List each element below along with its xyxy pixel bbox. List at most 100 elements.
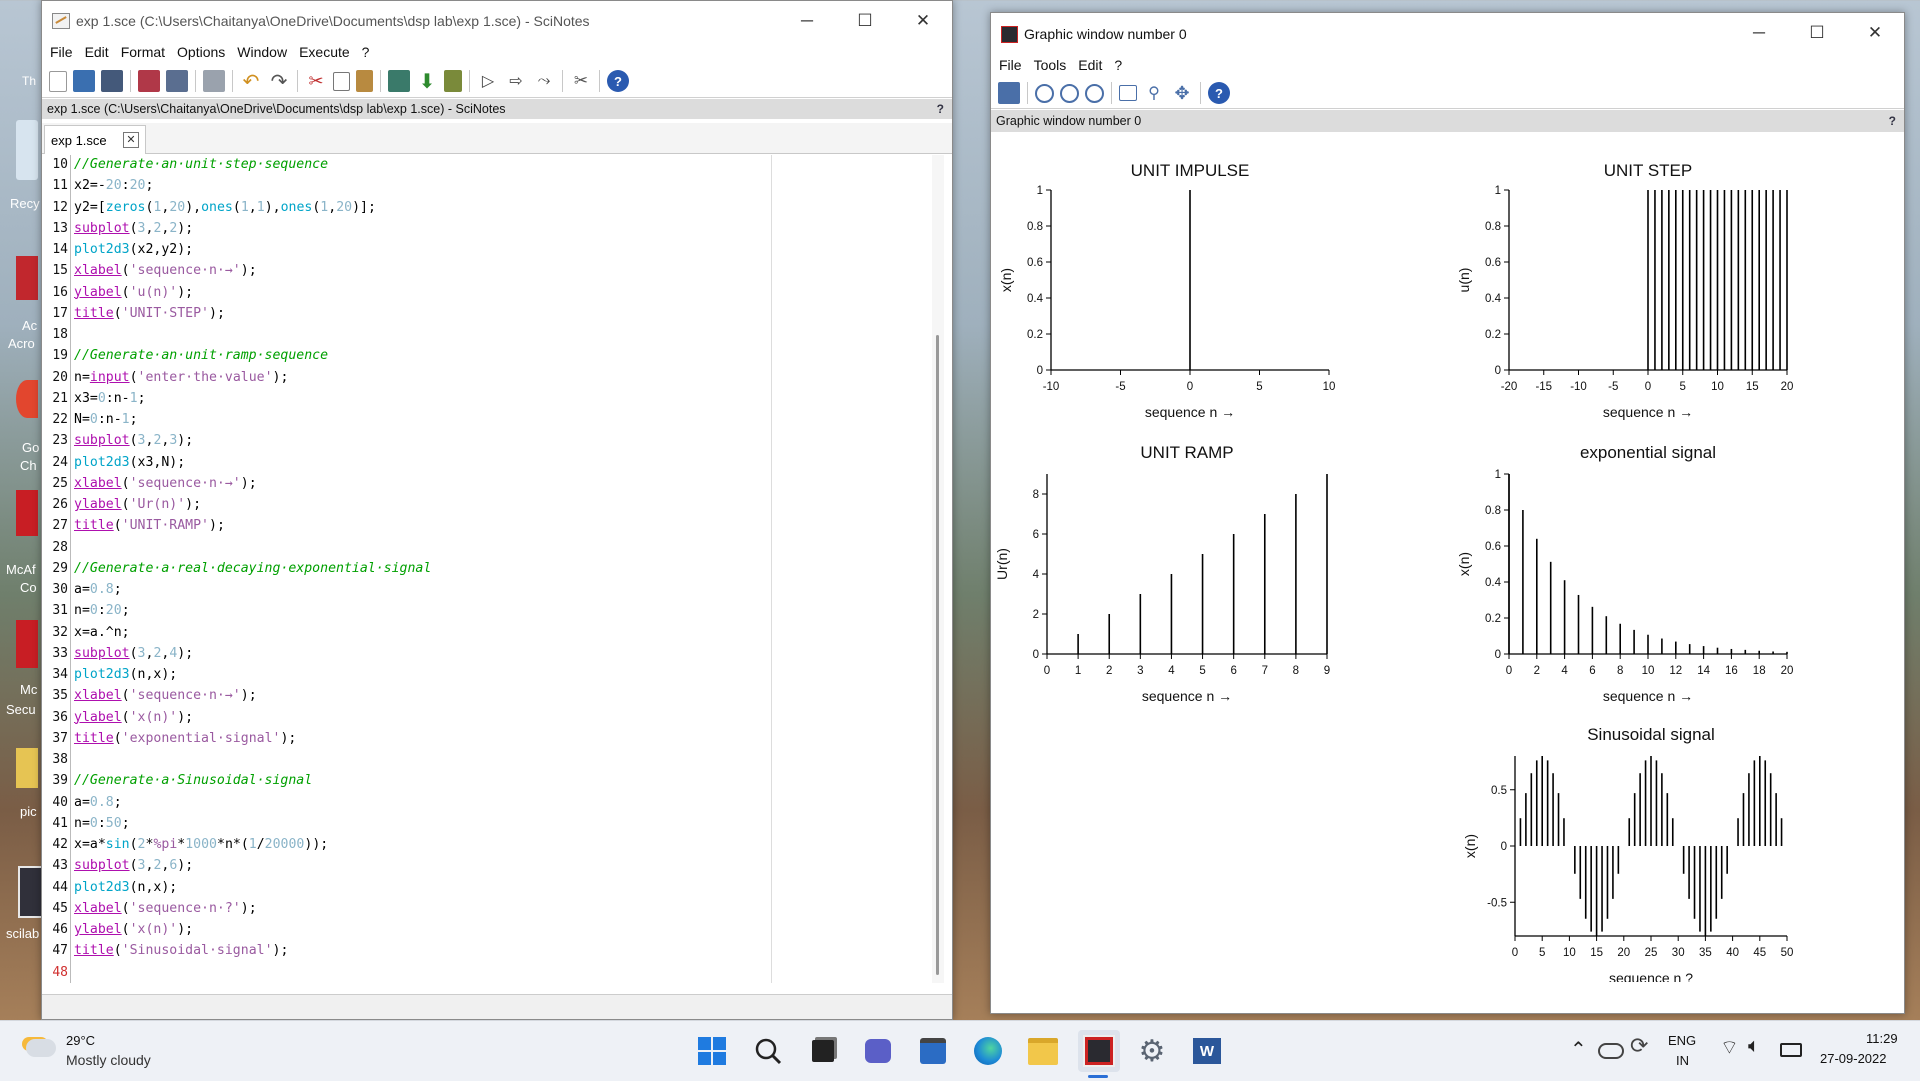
- code-line[interactable]: ylabel('u(n)');: [74, 285, 193, 300]
- save-icon[interactable]: [138, 70, 160, 92]
- desktop-icon-pictures[interactable]: [16, 748, 38, 788]
- scinotes-titlebar[interactable]: exp 1.sce (C:\Users\Chaitanya\OneDrive\D…: [42, 1, 952, 41]
- show-hidden-icons-chevron[interactable]: ⌃: [1570, 1037, 1587, 1062]
- edge-button[interactable]: [970, 1033, 1006, 1069]
- code-line[interactable]: a=0.8;: [74, 582, 122, 597]
- language-in[interactable]: IN: [1676, 1053, 1689, 1068]
- code-line[interactable]: xlabel('sequence·n·→');: [74, 476, 257, 491]
- menu-format[interactable]: Format: [121, 44, 165, 60]
- graphic-menu-tools[interactable]: Tools: [1034, 57, 1067, 73]
- maximize-button[interactable]: ☐: [836, 1, 894, 41]
- language-eng[interactable]: ENG: [1668, 1033, 1696, 1048]
- undo-icon[interactable]: ↶: [240, 70, 262, 93]
- close-button[interactable]: ✕: [894, 1, 952, 41]
- graphic-info-help[interactable]: ?: [1889, 114, 1896, 128]
- copy-icon[interactable]: [333, 71, 350, 91]
- menu-file[interactable]: File: [50, 44, 73, 60]
- menu-window[interactable]: Window: [237, 44, 287, 60]
- code-editor[interactable]: 10 11 12 13 14 15 16 17 18 19 20 21 22 23 24 25 26 27 28 29…: [42, 155, 946, 983]
- desktop-icon-recycle-bin[interactable]: [16, 120, 38, 180]
- code-line[interactable]: subplot(3,2,3);: [74, 433, 193, 448]
- code-line[interactable]: n=0:20;: [74, 603, 130, 618]
- axes-icon[interactable]: ⚲: [1143, 82, 1165, 104]
- menu-execute[interactable]: Execute: [299, 44, 350, 60]
- code-line[interactable]: x=a.^n;: [74, 625, 130, 640]
- code-line[interactable]: title('UNIT·STEP');: [74, 306, 225, 321]
- cut-icon[interactable]: ✂: [305, 70, 327, 92]
- code-line[interactable]: subplot(3,2,4);: [74, 646, 193, 661]
- pan-icon[interactable]: ✥: [1171, 82, 1193, 104]
- help-icon[interactable]: ?: [607, 70, 629, 92]
- zoom-out-icon[interactable]: [1085, 83, 1104, 103]
- code-line[interactable]: plot2d3(n,x);: [74, 667, 177, 682]
- file-explorer-button[interactable]: [1025, 1033, 1061, 1069]
- redo-icon[interactable]: ↷: [268, 70, 290, 93]
- code-line[interactable]: title('exponential·signal');: [74, 731, 296, 746]
- code-line[interactable]: x3=0:n-1;: [74, 391, 146, 406]
- new-file-icon[interactable]: [49, 70, 67, 92]
- code-line[interactable]: n=input('enter·the·value');: [74, 370, 288, 385]
- minimize-button[interactable]: ─: [778, 1, 836, 41]
- weather-widget[interactable]: 29°C Mostly cloudy: [24, 1031, 184, 1071]
- paste-icon[interactable]: [356, 70, 373, 92]
- code-line[interactable]: plot2d3(x3,N);: [74, 455, 185, 470]
- menu-help[interactable]: ?: [362, 44, 370, 60]
- open-folder-icon[interactable]: [73, 70, 95, 92]
- download-icon[interactable]: ⬇: [416, 70, 438, 93]
- datatip-icon[interactable]: [998, 82, 1020, 104]
- code-line[interactable]: ylabel('x(n)');: [74, 922, 193, 937]
- graphic-help-icon[interactable]: ?: [1208, 82, 1230, 104]
- battery-icon[interactable]: [1780, 1043, 1802, 1057]
- code-line[interactable]: ylabel('Ur(n)');: [74, 497, 201, 512]
- sync-icon[interactable]: ⟳: [1630, 1033, 1648, 1059]
- code-line[interactable]: title('Sinusoidal·signal');: [74, 943, 288, 958]
- plot-canvas[interactable]: UNIT IMPULSE-10 -5 0 5 1000.20.40.60.81seque…: [991, 134, 1902, 982]
- code-line[interactable]: plot2d3(n,x);: [74, 880, 177, 895]
- graphic-minimize-button[interactable]: ─: [1730, 13, 1788, 53]
- code-line[interactable]: //Generate·a·real·decaying·exponential·s…: [74, 561, 431, 576]
- code-line[interactable]: xlabel('sequence·n·?');: [74, 901, 257, 916]
- code-line[interactable]: //Generate·an·unit·ramp·sequence: [74, 348, 328, 363]
- find-icon[interactable]: [388, 70, 410, 92]
- graphic-menu-help[interactable]: ?: [1114, 57, 1122, 73]
- graphic-close-button[interactable]: ✕: [1846, 13, 1904, 53]
- volume-icon[interactable]: 🔈︎: [1748, 1035, 1760, 1058]
- code-line[interactable]: plot2d3(x2,y2);: [74, 242, 193, 257]
- code-line[interactable]: n=0:50;: [74, 816, 130, 831]
- code-line[interactable]: title('UNIT·RAMP');: [74, 518, 225, 533]
- execute-selection-icon[interactable]: ⤳: [533, 70, 555, 92]
- tools-icon[interactable]: ✂: [570, 70, 592, 92]
- zoom-area-icon[interactable]: [1035, 83, 1054, 103]
- code-line[interactable]: ylabel('x(n)');: [74, 710, 193, 725]
- clock-time[interactable]: 11:29: [1866, 1031, 1898, 1046]
- graphic-titlebar[interactable]: Graphic window number 0 ─ ☐ ✕: [991, 13, 1904, 55]
- task-view-button[interactable]: [805, 1033, 841, 1069]
- code-line[interactable]: xlabel('sequence·n·→');: [74, 263, 257, 278]
- code-line[interactable]: x=a*sin(2*%pi*1000*n*(1/20000));: [74, 837, 328, 852]
- code-line[interactable]: x2=-20:20;: [74, 178, 153, 193]
- tab-exp1[interactable]: exp 1.sce ✕: [44, 125, 146, 154]
- save-as-icon[interactable]: [166, 70, 188, 92]
- onedrive-cloud-icon[interactable]: [1598, 1043, 1624, 1059]
- graphic-maximize-button[interactable]: ☐: [1788, 13, 1846, 53]
- menu-edit[interactable]: Edit: [85, 44, 109, 60]
- start-button[interactable]: [694, 1033, 730, 1069]
- search-button[interactable]: [750, 1033, 786, 1069]
- desktop-icon-mcafee-security[interactable]: [16, 620, 38, 668]
- zoom-in-icon[interactable]: [1060, 83, 1079, 103]
- clock-date[interactable]: 27-09-2022: [1820, 1051, 1887, 1066]
- code-line[interactable]: //Generate·an·unit·step·sequence: [74, 157, 328, 172]
- teams-chat-button[interactable]: [860, 1033, 896, 1069]
- code-line[interactable]: subplot(3,2,6);: [74, 858, 193, 873]
- code-line[interactable]: subplot(3,2,2);: [74, 221, 193, 236]
- print-icon[interactable]: [203, 70, 225, 92]
- rotate-icon[interactable]: [1119, 85, 1137, 101]
- code-line[interactable]: y2=[zeros(1,20),ones(1,1),ones(1,20)];: [74, 200, 376, 215]
- store-button[interactable]: [915, 1033, 951, 1069]
- code-line[interactable]: xlabel('sequence·n·→');: [74, 688, 257, 703]
- code-line[interactable]: N=0:n-1;: [74, 412, 138, 427]
- settings-button[interactable]: ⚙: [1134, 1033, 1170, 1069]
- vertical-scrollbar[interactable]: [932, 155, 944, 983]
- word-button[interactable]: W: [1189, 1033, 1225, 1069]
- tab-close-icon[interactable]: ✕: [123, 132, 139, 148]
